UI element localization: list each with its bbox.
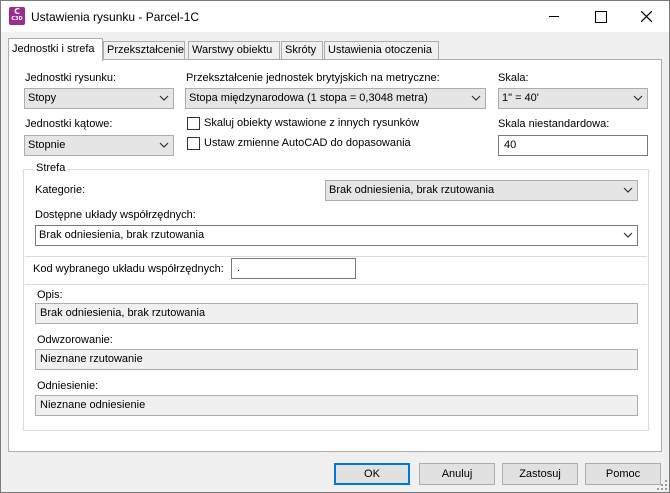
zone-divider (25, 256, 647, 257)
custom-scale-label: Skala niestandardowa: (498, 118, 610, 130)
help-button[interactable]: Pomoc (585, 463, 661, 485)
set-autocad-variables-label: Ustaw zmienne AutoCAD do dopasowania (204, 137, 411, 149)
close-button[interactable] (623, 1, 669, 32)
app-icon-letter: C (14, 7, 20, 16)
tab-ambient-settings[interactable]: Ustawienia otoczenia (324, 41, 439, 60)
tab-panel: Jednostki rysunku: Stopy Przekształcenie… (8, 59, 662, 452)
drawing-units-select[interactable]: Stopy (24, 88, 174, 109)
drawing-units-value: Stopy (28, 92, 57, 104)
available-cs-select[interactable]: Brak odniesienia, brak rzutowania (35, 225, 638, 246)
unit-conversion-label: Przekształcenie jednostek brytyjskich na… (186, 72, 440, 84)
drawing-units-label: Jednostki rysunku: (25, 72, 117, 84)
maximize-button[interactable] (577, 1, 623, 32)
category-select[interactable]: Brak odniesienia, brak rzutowania (325, 180, 638, 201)
angular-units-label: Jednostki kątowe: (25, 118, 113, 130)
scale-select[interactable]: 1" = 40' (498, 88, 648, 109)
available-cs-value: Brak odniesienia, brak rzutowania (39, 229, 205, 241)
scale-value: 1" = 40' (502, 92, 539, 104)
civil3d-app-icon: C C3D (9, 7, 25, 25)
tab-abbreviations[interactable]: Skróty (281, 41, 323, 60)
tab-units-and-zone[interactable]: Jednostki i strefa (8, 38, 103, 61)
chevron-down-icon (159, 89, 169, 108)
resize-grip-icon[interactable] (657, 480, 667, 490)
angular-units-value: Stopnie (28, 139, 66, 151)
window-title: Ustawienia rysunku - Parcel-1C (31, 10, 200, 24)
description-field: Brak odniesienia, brak rzutowania (35, 303, 638, 324)
set-autocad-variables-checkbox[interactable] (187, 137, 200, 150)
category-label: Kategorie: (35, 184, 86, 196)
drawing-settings-dialog: C C3D Ustawienia rysunku - Parcel-1C Jed… (0, 0, 670, 493)
tab-object-layers[interactable]: Warstwy obiektu (188, 41, 280, 60)
category-value: Brak odniesienia, brak rzutowania (329, 184, 495, 196)
available-cs-label: Dostępne układy współrzędnych: (35, 209, 196, 221)
scale-inserted-objects-label: Skaluj obiekty wstawione z innych rysunk… (204, 117, 420, 129)
chevron-down-icon (623, 181, 633, 200)
datum-field: Nieznane odniesienie (35, 395, 638, 416)
selected-code-label: Kod wybranego układu współrzędnych: (33, 263, 224, 275)
projection-field: Nieznane rzutowanie (35, 349, 638, 370)
close-icon (640, 10, 652, 23)
title-bar: C C3D Ustawienia rysunku - Parcel-1C (1, 1, 669, 32)
chevron-down-icon (633, 89, 643, 108)
angular-units-select[interactable]: Stopnie (24, 135, 174, 156)
scale-label: Skala: (498, 72, 529, 84)
minimize-button[interactable] (531, 1, 577, 32)
chevron-down-icon (471, 89, 481, 108)
apply-button[interactable]: Zastosuj (502, 463, 578, 485)
datum-label: Odniesienie: (37, 380, 99, 392)
zone-group-title: Strefa (33, 162, 69, 174)
custom-scale-input[interactable]: 40 (498, 135, 648, 156)
description-label: Opis: (37, 289, 63, 301)
unit-conversion-value: Stopa międzynarodowa (1 stopa = 0,3048 m… (189, 92, 428, 104)
app-icon-subtext: C3D (11, 16, 23, 22)
tab-transformation[interactable]: Przekształcenie (103, 41, 185, 60)
selected-code-input[interactable]: . (231, 258, 356, 279)
scale-inserted-objects-checkbox[interactable] (187, 117, 200, 130)
chevron-down-icon (159, 136, 169, 155)
unit-conversion-select[interactable]: Stopa międzynarodowa (1 stopa = 0,3048 m… (185, 88, 486, 109)
projection-label: Odwzorowanie: (37, 334, 113, 346)
ok-button[interactable]: OK (334, 463, 410, 485)
chevron-down-icon (623, 226, 633, 245)
zone-divider (25, 284, 647, 285)
cancel-button[interactable]: Anuluj (419, 463, 495, 485)
